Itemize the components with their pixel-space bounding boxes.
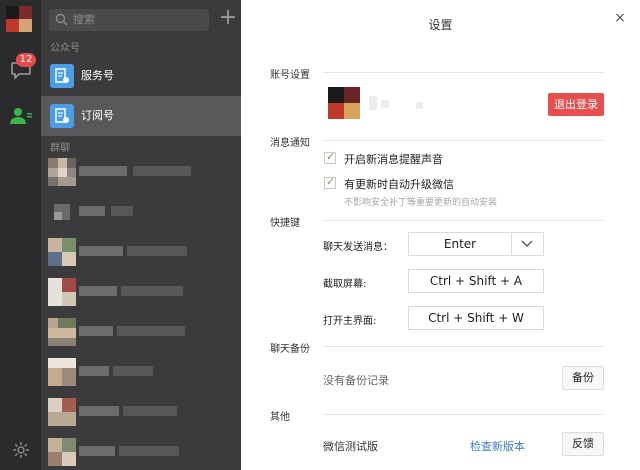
list-item-label: 订阅号 <box>81 109 114 122</box>
group-chat-row[interactable] <box>41 432 241 470</box>
open-main-shortcut-field[interactable]: Ctrl + Shift + W <box>408 306 544 330</box>
backup-button[interactable]: 备份 <box>562 366 604 390</box>
unread-badge: 12 <box>16 53 36 67</box>
divider <box>323 140 604 141</box>
group-chat-row[interactable] <box>41 192 241 232</box>
sound-alert-label: 开启新消息提醒声音 <box>344 153 443 166</box>
icon-rail: 12 <box>0 0 41 470</box>
feedback-button[interactable]: 反馈 <box>562 432 604 456</box>
capture-shortcut-label: 截取屏幕: <box>323 279 367 290</box>
group-chat-row[interactable] <box>41 352 241 392</box>
group-chat-row[interactable] <box>41 232 241 272</box>
send-shortcut-value: Enter <box>443 237 477 251</box>
auto-update-label: 有更新时自动升级微信 <box>344 178 454 191</box>
account-name-blurred <box>416 102 423 109</box>
check-update-link[interactable]: 检查新版本 <box>470 438 525 454</box>
version-text: 微信测试版 <box>323 440 378 453</box>
settings-gear-icon[interactable] <box>11 440 31 460</box>
shortcuts-section-title: 快捷键 <box>270 218 300 229</box>
list-item-label: 服务号 <box>81 69 114 82</box>
group-avatar <box>48 398 76 426</box>
close-icon[interactable]: × <box>612 10 628 26</box>
send-shortcut-select[interactable]: Enter <box>408 232 544 256</box>
logout-button[interactable]: 退出登录 <box>548 93 604 116</box>
group-chat-row[interactable] <box>41 272 241 312</box>
other-section-title: 其他 <box>270 412 290 423</box>
group-avatar <box>48 238 76 266</box>
dialog-title: 设置 <box>428 18 453 32</box>
official-accounts-section-title: 公众号 <box>50 43 80 54</box>
divider <box>323 72 604 73</box>
group-avatar <box>48 438 76 466</box>
user-avatar[interactable] <box>6 6 32 32</box>
no-backup-text: 没有备份记录 <box>323 374 389 387</box>
notify-section-title: 消息通知 <box>270 138 310 149</box>
group-avatar <box>48 198 76 226</box>
divider <box>323 414 604 415</box>
group-avatar <box>48 278 76 306</box>
capture-shortcut-field[interactable]: Ctrl + Shift + A <box>408 269 544 293</box>
account-section-title: 账号设置 <box>270 70 310 81</box>
group-chat-row[interactable] <box>41 312 241 352</box>
search-placeholder: 搜索 <box>73 13 95 26</box>
service-account-icon <box>50 64 74 88</box>
open-main-shortcut-label: 打开主界面: <box>323 316 377 327</box>
divider <box>323 346 604 347</box>
sound-alert-checkbox[interactable] <box>324 150 336 164</box>
account-avatar <box>328 87 360 119</box>
search-box[interactable]: 搜索 <box>49 9 209 31</box>
group-avatar <box>48 158 76 186</box>
backup-section-title: 聊天备份 <box>270 344 310 355</box>
chevron-down-icon <box>521 240 533 247</box>
list-item-service-account[interactable]: 服务号 <box>41 56 241 96</box>
contacts-icon[interactable] <box>9 104 33 128</box>
group-chat-row[interactable] <box>41 152 241 192</box>
auto-update-hint: 不影响安全补丁等重要更新的自动安装 <box>344 198 498 208</box>
send-shortcut-label: 聊天发送消息： <box>323 242 393 253</box>
add-button[interactable]: + <box>217 7 239 31</box>
session-list: 搜索 + 公众号 服务号 订阅号 群聊 <box>41 0 241 470</box>
account-name-blurred <box>381 100 389 108</box>
search-icon <box>55 13 68 26</box>
group-chat-row[interactable] <box>41 392 241 432</box>
group-avatar <box>48 358 76 386</box>
subscription-account-icon <box>50 104 74 128</box>
group-avatar <box>48 318 76 346</box>
account-name-blurred <box>369 96 377 110</box>
settings-dialog: 设置 × 账号设置 退出登录 消息通知 开启新消息提醒声音 有更新时自动升级微信… <box>241 0 640 470</box>
auto-update-checkbox[interactable] <box>324 175 336 189</box>
list-item-subscription-account[interactable]: 订阅号 <box>41 96 241 136</box>
divider <box>323 220 604 221</box>
